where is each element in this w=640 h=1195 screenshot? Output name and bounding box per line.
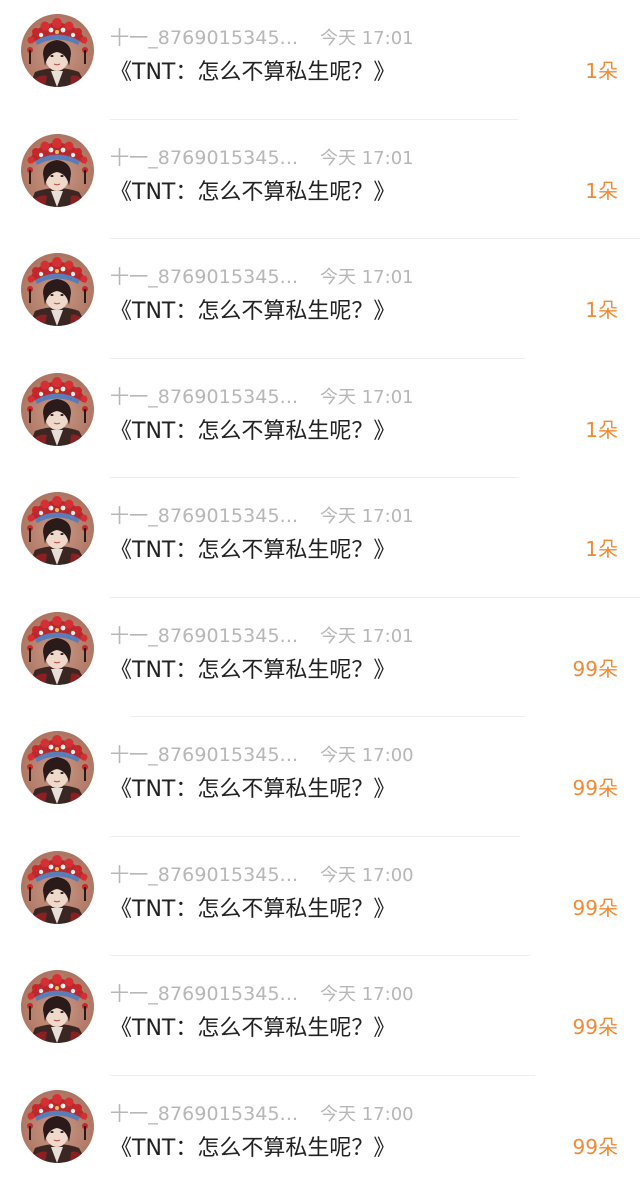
timestamp: 今天 17:01 xyxy=(320,383,414,409)
timestamp: 今天 17:01 xyxy=(320,24,414,50)
list-item[interactable]: 十一_8769015345... 今天 17:00 《TNT：怎么不算私生呢？》… xyxy=(0,837,640,957)
gift-record-list: 十一_8769015345... 今天 17:01 《TNT：怎么不算私生呢？》… xyxy=(0,0,640,1169)
username[interactable]: 十一_8769015345... xyxy=(110,979,298,1006)
timestamp: 今天 17:00 xyxy=(320,1100,414,1126)
username[interactable]: 十一_8769015345... xyxy=(110,382,298,409)
list-item[interactable]: 十一_8769015345... 今天 17:01 《TNT：怎么不算私生呢？》… xyxy=(0,478,640,598)
flower-count: 1朵 xyxy=(585,175,618,204)
timestamp: 今天 17:00 xyxy=(320,980,414,1006)
flower-count: 1朵 xyxy=(585,294,618,323)
username[interactable]: 十一_8769015345... xyxy=(110,1099,298,1126)
timestamp: 今天 17:00 xyxy=(320,741,414,767)
item-title[interactable]: 《TNT：怎么不算私生呢？》 xyxy=(110,652,395,684)
list-item[interactable]: 十一_8769015345... 今天 17:01 《TNT：怎么不算私生呢？》… xyxy=(0,239,640,359)
list-item[interactable]: 十一_8769015345... 今天 17:00 《TNT：怎么不算私生呢？》… xyxy=(0,717,640,837)
item-title[interactable]: 《TNT：怎么不算私生呢？》 xyxy=(110,771,395,803)
avatar[interactable] xyxy=(21,14,94,87)
avatar[interactable] xyxy=(21,373,94,446)
timestamp: 今天 17:01 xyxy=(320,144,414,170)
item-title[interactable]: 《TNT：怎么不算私生呢？》 xyxy=(110,1130,395,1162)
list-item[interactable]: 十一_8769015345... 今天 17:01 《TNT：怎么不算私生呢？》… xyxy=(0,598,640,718)
flower-count: 1朵 xyxy=(585,55,618,84)
avatar[interactable] xyxy=(21,492,94,565)
timestamp: 今天 17:01 xyxy=(320,622,414,648)
item-title[interactable]: 《TNT：怎么不算私生呢？》 xyxy=(110,532,395,564)
item-title[interactable]: 《TNT：怎么不算私生呢？》 xyxy=(110,293,395,325)
timestamp: 今天 17:00 xyxy=(320,861,414,887)
flower-count: 1朵 xyxy=(585,533,618,562)
list-item[interactable]: 十一_8769015345... 今天 17:01 《TNT：怎么不算私生呢？》… xyxy=(0,0,640,120)
flower-count: 99朵 xyxy=(573,892,618,921)
list-item[interactable]: 十一_8769015345... 今天 17:00 《TNT：怎么不算私生呢？》… xyxy=(0,956,640,1076)
flower-count: 99朵 xyxy=(573,653,618,682)
username[interactable]: 十一_8769015345... xyxy=(110,621,298,648)
list-item[interactable]: 十一_8769015345... 今天 17:01 《TNT：怎么不算私生呢？》… xyxy=(0,120,640,240)
flower-count: 99朵 xyxy=(573,1011,618,1040)
username[interactable]: 十一_8769015345... xyxy=(110,143,298,170)
flower-count: 99朵 xyxy=(573,1131,618,1160)
item-title[interactable]: 《TNT：怎么不算私生呢？》 xyxy=(110,891,395,923)
list-item[interactable]: 十一_8769015345... 今天 17:00 《TNT：怎么不算私生呢？》… xyxy=(0,1076,640,1195)
item-title[interactable]: 《TNT：怎么不算私生呢？》 xyxy=(110,1010,395,1042)
flower-count: 1朵 xyxy=(585,414,618,443)
avatar[interactable] xyxy=(21,134,94,207)
flower-count: 99朵 xyxy=(573,772,618,801)
avatar[interactable] xyxy=(21,1090,94,1163)
avatar[interactable] xyxy=(21,253,94,326)
list-item[interactable]: 十一_8769015345... 今天 17:01 《TNT：怎么不算私生呢？》… xyxy=(0,359,640,479)
avatar[interactable] xyxy=(21,970,94,1043)
username[interactable]: 十一_8769015345... xyxy=(110,860,298,887)
item-title[interactable]: 《TNT：怎么不算私生呢？》 xyxy=(110,174,395,206)
username[interactable]: 十一_8769015345... xyxy=(110,740,298,767)
avatar[interactable] xyxy=(21,731,94,804)
username[interactable]: 十一_8769015345... xyxy=(110,23,298,50)
item-title[interactable]: 《TNT：怎么不算私生呢？》 xyxy=(110,413,395,445)
username[interactable]: 十一_8769015345... xyxy=(110,501,298,528)
avatar[interactable] xyxy=(21,851,94,924)
timestamp: 今天 17:01 xyxy=(320,502,414,528)
timestamp: 今天 17:01 xyxy=(320,263,414,289)
avatar[interactable] xyxy=(21,612,94,685)
username[interactable]: 十一_8769015345... xyxy=(110,262,298,289)
item-title[interactable]: 《TNT：怎么不算私生呢？》 xyxy=(110,54,395,86)
